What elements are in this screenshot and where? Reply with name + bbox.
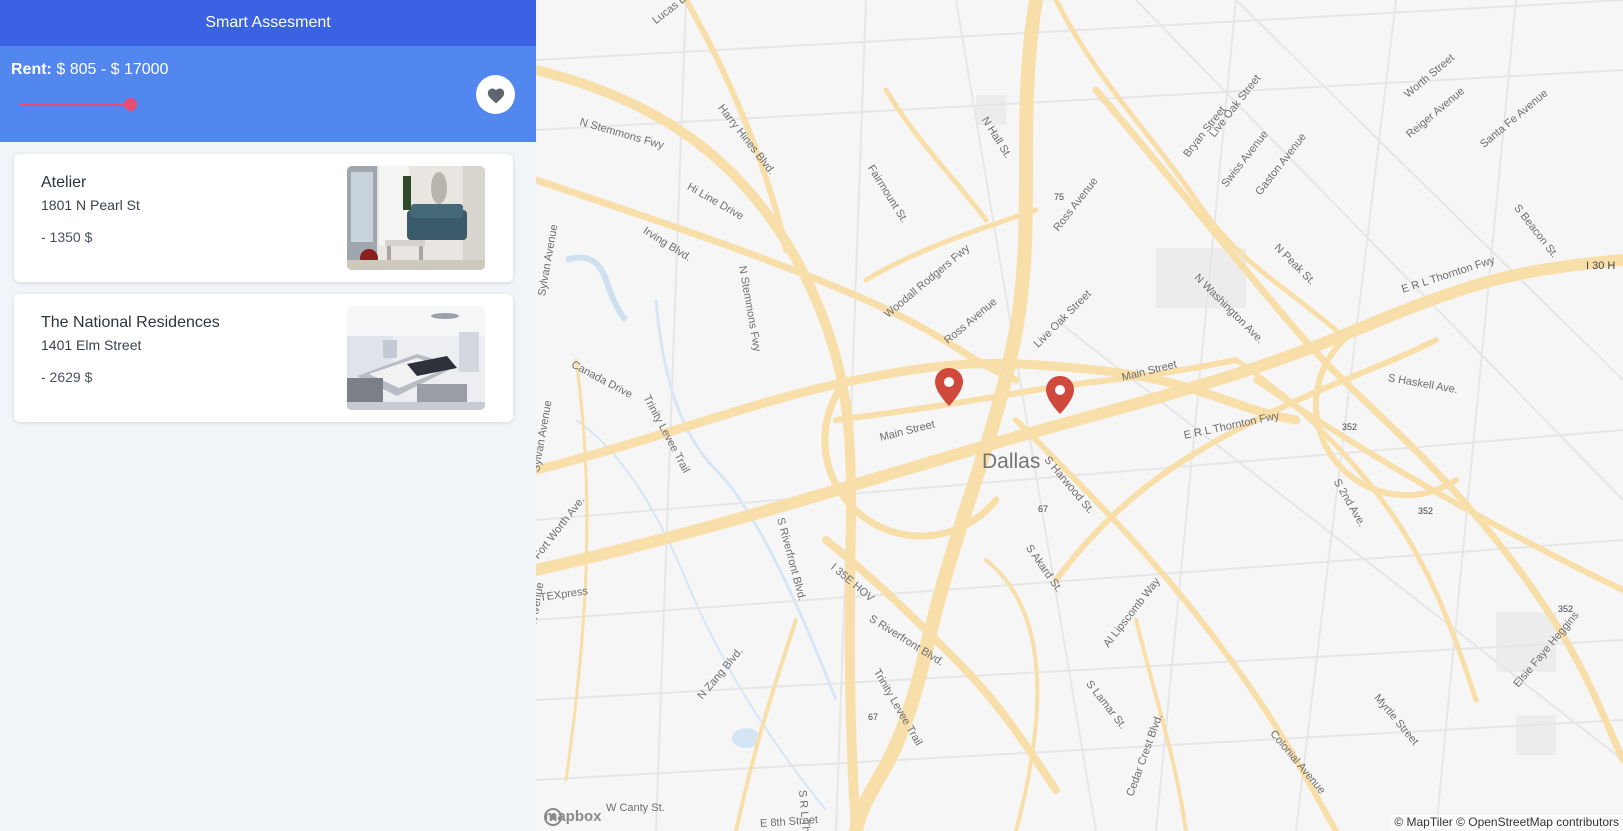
listing-sidebar: Smart Assesment Rent: $ 805 - $ 17000 At… [0,0,536,831]
rent-slider-track[interactable] [19,104,131,106]
map-view[interactable]: Lucas Drive Harry Hines Blvd. N Stemmons… [536,0,1623,831]
listing-name: Atelier [41,174,87,191]
listing-address: 1801 N Pearl St [41,197,140,213]
listing-price: - 1350 $ [41,229,93,245]
favorites-button[interactable] [476,75,515,114]
rent-filter-label: Rent: $ 805 - $ 17000 [11,61,168,79]
mapbox-logo[interactable]: mapbox [544,808,602,826]
listing-price: - 2629 $ [41,369,93,385]
heart-icon [487,87,504,104]
rent-label: Rent: [11,61,52,78]
street-label: W Canty St. [606,802,665,814]
route-shield: 75 [1054,192,1065,202]
route-shield: 67 [868,712,879,722]
app-header: Smart Assesment [0,0,536,46]
listing-card[interactable]: The National Residences 1401 Elm Street … [14,294,513,422]
rent-range-value: $ 805 - $ 17000 [56,61,169,78]
app-title: Smart Assesment [205,14,331,31]
rent-slider-thumb[interactable] [124,98,137,111]
route-shield: 352 [1418,506,1434,516]
map-canvas[interactable] [536,0,1623,831]
listing-photo-living-room [347,166,485,270]
map-attribution[interactable]: © MapTiler © OpenStreetMap contributors [1390,815,1623,829]
city-label: Dallas [982,450,1041,473]
listing-name: The National Residences [41,314,220,331]
route-shield: 352 [1342,422,1358,432]
route-shield: 67 [1038,504,1049,514]
route-shield: I 30 H [1586,260,1616,272]
rent-filter-panel: Rent: $ 805 - $ 17000 [0,46,536,142]
listing-photo-bedroom [347,306,485,410]
listing-card[interactable]: Atelier 1801 N Pearl St - 1350 $ [14,154,513,282]
route-shield: 352 [1558,604,1574,614]
listing-address: 1401 Elm Street [41,337,142,353]
mapbox-icon [544,808,562,826]
